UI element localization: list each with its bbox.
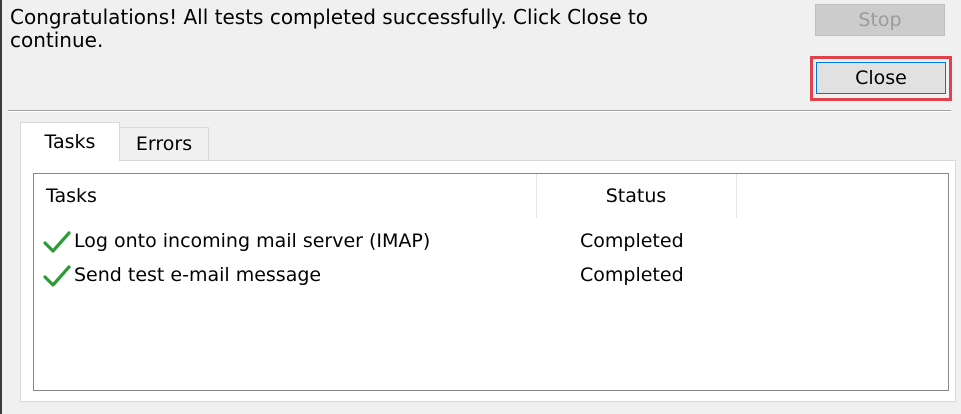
tab-tasks[interactable]: Tasks (20, 122, 120, 161)
check-icon (42, 229, 72, 255)
column-header-tasks[interactable]: Tasks (46, 174, 526, 218)
table-row[interactable]: Log onto incoming mail server (IMAP) Com… (34, 226, 948, 258)
table-row[interactable]: Send test e-mail message Completed (34, 260, 948, 292)
list-header: Tasks Status (34, 174, 948, 218)
task-name: Log onto incoming mail server (IMAP) (74, 230, 431, 252)
check-icon (42, 263, 72, 289)
stop-button[interactable]: Stop (815, 4, 945, 36)
task-name: Send test e-mail message (74, 264, 322, 286)
tab-errors[interactable]: Errors (119, 127, 209, 160)
column-header-status[interactable]: Status (536, 174, 736, 218)
tasks-panel: Tasks Status Log onto incoming mail serv… (20, 160, 956, 402)
column-separator[interactable] (736, 174, 737, 218)
tasks-list[interactable]: Tasks Status Log onto incoming mail serv… (33, 173, 949, 391)
close-button[interactable]: Close (816, 62, 946, 94)
window-edge (0, 0, 2, 414)
task-status: Completed (580, 264, 684, 286)
task-status: Completed (580, 230, 684, 252)
test-account-settings-dialog: Congratulations! All tests completed suc… (0, 0, 961, 414)
status-message: Congratulations! All tests completed suc… (10, 5, 648, 52)
divider (8, 110, 951, 112)
